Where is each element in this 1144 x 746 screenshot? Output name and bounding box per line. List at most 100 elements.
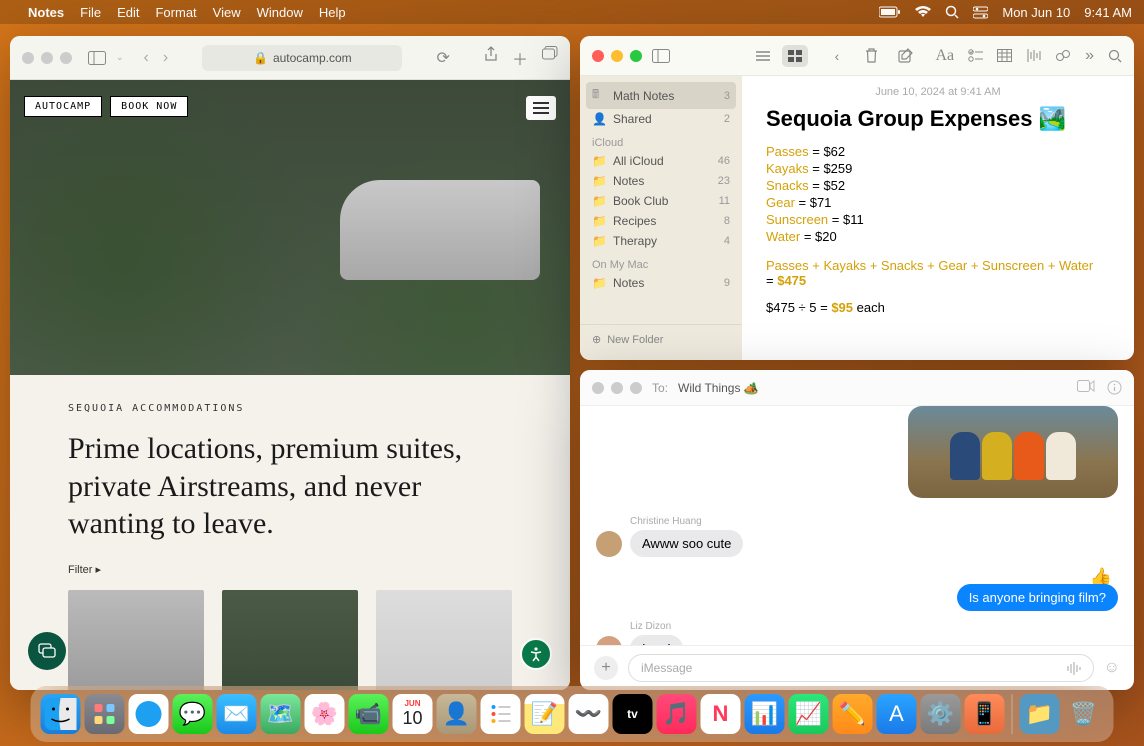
fullscreen-button[interactable]: [630, 382, 642, 394]
emoji-icon[interactable]: ☺: [1104, 659, 1120, 677]
fullscreen-button[interactable]: [630, 50, 642, 62]
chevron-down-icon[interactable]: ⌄: [116, 52, 124, 63]
file-menu[interactable]: File: [80, 5, 101, 20]
minimize-button[interactable]: [41, 52, 53, 64]
apps-button[interactable]: +: [594, 656, 618, 680]
tabs-icon[interactable]: [542, 46, 558, 70]
link-icon[interactable]: [1055, 49, 1071, 62]
message-bubble[interactable]: Awww soo cute: [630, 530, 743, 557]
message-bubble[interactable]: Is anyone bringing film?: [957, 584, 1118, 611]
sidebar-item-recipes[interactable]: 📁 Recipes 8: [580, 211, 742, 231]
dock-photos[interactable]: 🌸: [305, 694, 345, 734]
to-value[interactable]: Wild Things 🏕️: [678, 381, 759, 395]
filter-button[interactable]: Filter ▸: [68, 564, 101, 576]
dock-news[interactable]: N: [701, 694, 741, 734]
battery-icon[interactable]: [879, 6, 901, 18]
dock-appstore[interactable]: A: [877, 694, 917, 734]
list-view-icon[interactable]: [750, 45, 776, 67]
shared-photo[interactable]: [908, 406, 1118, 498]
dock-reminders[interactable]: [481, 694, 521, 734]
table-icon[interactable]: [997, 49, 1012, 62]
note-editor[interactable]: June 10, 2024 at 9:41 AM Sequoia Group E…: [742, 76, 1134, 360]
accessibility-fab[interactable]: [520, 638, 552, 670]
sidebar-item-all-icloud[interactable]: 📁 All iCloud 46: [580, 151, 742, 171]
reload-icon[interactable]: ⟳: [436, 48, 449, 68]
close-button[interactable]: [22, 52, 34, 64]
accommodation-thumb[interactable]: [68, 590, 204, 691]
gallery-view-icon[interactable]: [782, 45, 808, 67]
media-icon[interactable]: [1026, 49, 1041, 62]
spotlight-icon[interactable]: [945, 5, 959, 19]
dock-calendar[interactable]: JUN10: [393, 694, 433, 734]
dock-facetime[interactable]: 📹: [349, 694, 389, 734]
info-icon[interactable]: [1107, 380, 1122, 395]
format-icon[interactable]: Aa: [935, 47, 954, 65]
dock-mail[interactable]: ✉️: [217, 694, 257, 734]
window-menu[interactable]: Window: [257, 5, 303, 20]
sidebar-item-local-notes[interactable]: 📁 Notes 9: [580, 273, 742, 293]
sidebar-toggle-icon[interactable]: [652, 49, 670, 63]
dock-contacts[interactable]: 👤: [437, 694, 477, 734]
dock-iphone-mirror[interactable]: 📱: [965, 694, 1005, 734]
accommodation-thumb[interactable]: [376, 590, 512, 691]
dock-settings[interactable]: ⚙️: [921, 694, 961, 734]
search-icon[interactable]: [1108, 49, 1122, 63]
dock-maps[interactable]: 🗺️: [261, 694, 301, 734]
close-button[interactable]: [592, 382, 604, 394]
brand-logo[interactable]: AUTOCAMP: [24, 96, 102, 117]
sidebar-item-notes[interactable]: 📁 Notes 23: [580, 171, 742, 191]
dock-launchpad[interactable]: [85, 694, 125, 734]
hamburger-menu[interactable]: [526, 96, 556, 120]
message-input[interactable]: iMessage: [628, 654, 1094, 682]
book-now-button[interactable]: BOOK NOW: [110, 96, 188, 117]
dock-freeform[interactable]: 〰️: [569, 694, 609, 734]
avatar[interactable]: [596, 636, 622, 645]
facetime-icon[interactable]: [1077, 380, 1095, 395]
more-icon[interactable]: »: [1085, 47, 1094, 65]
checklist-icon[interactable]: [968, 49, 983, 62]
forward-button[interactable]: ›: [163, 49, 168, 67]
share-icon[interactable]: [484, 46, 498, 70]
view-menu[interactable]: View: [213, 5, 241, 20]
dock-pages[interactable]: ✏️: [833, 694, 873, 734]
wifi-icon[interactable]: [915, 6, 931, 18]
dock-numbers[interactable]: 📈: [789, 694, 829, 734]
delete-icon[interactable]: [858, 45, 884, 67]
app-menu[interactable]: Notes: [28, 5, 64, 20]
back-icon[interactable]: ‹: [824, 45, 850, 67]
avatar[interactable]: [596, 531, 622, 557]
back-button[interactable]: ‹: [144, 49, 149, 67]
menubar-time[interactable]: 9:41 AM: [1084, 5, 1132, 20]
sidebar-item-therapy[interactable]: 📁 Therapy 4: [580, 231, 742, 251]
new-folder-button[interactable]: ⊕ New Folder: [580, 324, 742, 354]
url-bar[interactable]: 🔒 autocamp.com: [202, 45, 402, 71]
accommodation-thumb[interactable]: [222, 590, 358, 691]
dock-appletv[interactable]: tv: [613, 694, 653, 734]
close-button[interactable]: [592, 50, 604, 62]
minimize-button[interactable]: [611, 50, 623, 62]
menubar-date[interactable]: Mon Jun 10: [1002, 5, 1070, 20]
fullscreen-button[interactable]: [60, 52, 72, 64]
dock-trash[interactable]: 🗑️: [1064, 694, 1104, 734]
dock-notes[interactable]: 📝: [525, 694, 565, 734]
dock-finder[interactable]: [41, 694, 81, 734]
dock-safari[interactable]: [129, 694, 169, 734]
audio-icon[interactable]: [1067, 662, 1081, 675]
compose-icon[interactable]: [892, 45, 918, 67]
sidebar-toggle-icon[interactable]: [88, 51, 106, 65]
dock-keynote[interactable]: 📊: [745, 694, 785, 734]
control-center-icon[interactable]: [973, 6, 988, 19]
dock-messages[interactable]: 💬: [173, 694, 213, 734]
minimize-button[interactable]: [611, 382, 623, 394]
sidebar-item-math-notes[interactable]: 🖩 Math Notes 3: [586, 82, 736, 109]
dock-music[interactable]: 🎵: [657, 694, 697, 734]
dock-downloads[interactable]: 📁: [1020, 694, 1060, 734]
sidebar-item-shared[interactable]: 👤 Shared 2: [580, 109, 742, 129]
help-menu[interactable]: Help: [319, 5, 346, 20]
edit-menu[interactable]: Edit: [117, 5, 139, 20]
new-tab-icon[interactable]: ＋: [512, 46, 528, 70]
format-menu[interactable]: Format: [155, 5, 196, 20]
message-bubble[interactable]: I am!: [630, 635, 683, 645]
chat-fab[interactable]: [28, 632, 66, 670]
sidebar-item-book-club[interactable]: 📁 Book Club 11: [580, 191, 742, 211]
